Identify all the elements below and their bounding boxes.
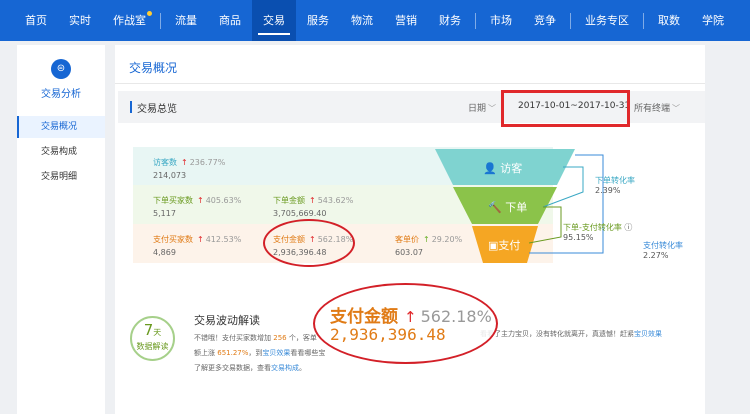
zoom-metric-name: 支付金额	[330, 307, 398, 327]
link-trade-composition[interactable]: 交易构成	[271, 364, 299, 372]
sidebar-item-composition[interactable]: 交易构成	[17, 141, 105, 163]
sidebar-item-overview[interactable]: 交易概况	[17, 116, 105, 138]
chevron-down-icon: ﹀	[488, 104, 497, 113]
sidebar-title: 交易分析	[41, 89, 81, 100]
nav-item-finance[interactable]: 财务	[428, 0, 472, 41]
conversion-label: 下单-支付转化率	[563, 223, 622, 232]
text: 看看哪些宝	[290, 349, 326, 357]
chevron-down-icon: ﹀	[672, 104, 681, 113]
nav-divider	[160, 12, 161, 29]
text: 不错哦！支付买家数增加	[194, 334, 271, 342]
section-marker	[130, 101, 132, 113]
funnel-label-visit: 👤 访客	[483, 160, 522, 176]
stage-label: 访客	[500, 162, 523, 175]
text: 了解更多交易数据，查看	[194, 364, 271, 372]
badge-num: 7	[143, 321, 154, 339]
stage-label: 支付	[498, 239, 521, 252]
nav-item-trade[interactable]: 交易	[252, 0, 296, 41]
nav-item-warroom[interactable]: 作战室	[102, 0, 157, 41]
analysis-block: 交易波动解读 不错哦！支付买家数增加 256 个，客单 额上涨 651.27%，…	[194, 312, 325, 373]
nav-item-business-zone[interactable]: 业务专区	[574, 0, 640, 41]
zoom-metric-value: 2,936,396.48	[330, 325, 446, 344]
analysis-line-3: 了解更多交易数据，查看交易构成。	[194, 363, 325, 373]
hammer-icon: 🔨	[488, 201, 506, 214]
date-type-label: 日期	[468, 104, 487, 114]
conversion-value: 95.15%	[563, 233, 594, 242]
date-type-select[interactable]: 日期 ﹀	[468, 101, 496, 114]
new-dot-icon	[147, 11, 152, 16]
arrow-up-icon: ↑	[404, 308, 417, 326]
nav-item-home[interactable]: 首页	[14, 0, 58, 41]
conversion-order-pay-rate: 下单-支付转化率 ⓘ 95.15%	[563, 222, 632, 242]
text: 额上涨	[194, 349, 215, 357]
help-icon[interactable]: ⓘ	[622, 223, 632, 232]
highlight-ellipse-small	[263, 219, 355, 267]
nav-item-competition[interactable]: 竞争	[523, 0, 567, 41]
badge-unit: 天	[153, 328, 162, 337]
analysis-line-1: 不错哦！支付买家数增加 256 个，客单	[194, 333, 325, 343]
date-highlight-box	[501, 90, 630, 127]
zoom-metric-change: 562.18%	[420, 307, 492, 326]
sidebar: ⊜ 交易分析 交易概况 交易构成 交易明细	[17, 45, 105, 414]
highlight-number: 651.27%	[217, 349, 249, 357]
nav-item-marketing[interactable]: 营销	[384, 0, 428, 41]
link-item-effect[interactable]: 宝贝效果	[262, 349, 290, 357]
conversion-value: 2.27%	[643, 251, 669, 260]
conversion-value: 2.39%	[595, 186, 621, 195]
conversion-label: 支付转化率	[643, 241, 683, 250]
page-title: 交易概况	[129, 61, 178, 75]
section-title: 交易总览	[137, 104, 177, 115]
text: 。	[299, 364, 306, 372]
funnel-label-pay: ▣支付	[488, 237, 520, 253]
funnel-label-order: 🔨 下单	[488, 199, 527, 215]
analysis-line-1-tail: 看看了主力宝贝，没有转化就离开，真遗憾！赶紧宝贝效果	[480, 329, 662, 339]
trade-analysis-icon: ⊜	[51, 59, 71, 79]
nav-item-academy[interactable]: 学院	[691, 0, 735, 41]
analysis-line-2: 额上涨 651.27%，到宝贝效果看看哪些宝	[194, 348, 325, 358]
nav-item-service[interactable]: 服务	[296, 0, 340, 41]
stage-label: 下单	[505, 201, 528, 214]
text: 看看了主力宝贝，没有转化就离开，真遗憾！赶紧	[480, 330, 634, 338]
conversion-order-rate: 下单转化率 2.39%	[595, 175, 635, 195]
top-nav: 首页 实时 作战室 流量 商品 交易 服务 物流 营销 财务 市场 竞争 业务专…	[0, 0, 750, 41]
terminal-label: 所有终端	[634, 104, 671, 114]
sidebar-item-details[interactable]: 交易明细	[17, 166, 105, 188]
conversion-label: 下单转化率	[595, 176, 635, 185]
user-icon: 👤	[483, 162, 501, 175]
nav-divider	[643, 12, 644, 29]
trade-funnel-chart	[435, 149, 604, 263]
link-item-effect[interactable]: 宝贝效果	[634, 330, 662, 338]
text: ，到	[248, 349, 263, 357]
conversion-pay-rate: 支付转化率 2.27%	[643, 240, 683, 260]
seven-day-badge: 7天 数据解读	[130, 316, 175, 361]
nav-divider	[475, 12, 476, 29]
nav-item-logistics[interactable]: 物流	[340, 0, 384, 41]
nav-item-market[interactable]: 市场	[479, 0, 523, 41]
nav-divider	[570, 12, 571, 29]
nav-item-realtime[interactable]: 实时	[58, 0, 102, 41]
card-icon: ▣	[488, 239, 499, 252]
nav-item-label: 作战室	[113, 14, 146, 27]
zoom-callout-pay-amount: 支付金额 ↑ 562.18% 2,936,396.48	[330, 302, 492, 344]
text: 个，客单	[288, 334, 317, 342]
divider	[115, 83, 705, 84]
analysis-title: 交易波动解读	[194, 314, 260, 327]
trade-funnel-overview: 访客数 ↑ 236.77% 214,073 下单买家数 ↑ 405.63% 5,117 …	[133, 147, 688, 263]
terminal-select[interactable]: 所有终端 ﹀	[634, 101, 680, 114]
badge-number: 7天	[132, 322, 173, 341]
nav-item-traffic[interactable]: 流量	[164, 0, 208, 41]
nav-item-data-fetch[interactable]: 取数	[647, 0, 691, 41]
badge-text: 数据解读	[136, 342, 169, 351]
highlight-number: 256	[273, 334, 287, 342]
nav-item-goods[interactable]: 商品	[208, 0, 252, 41]
